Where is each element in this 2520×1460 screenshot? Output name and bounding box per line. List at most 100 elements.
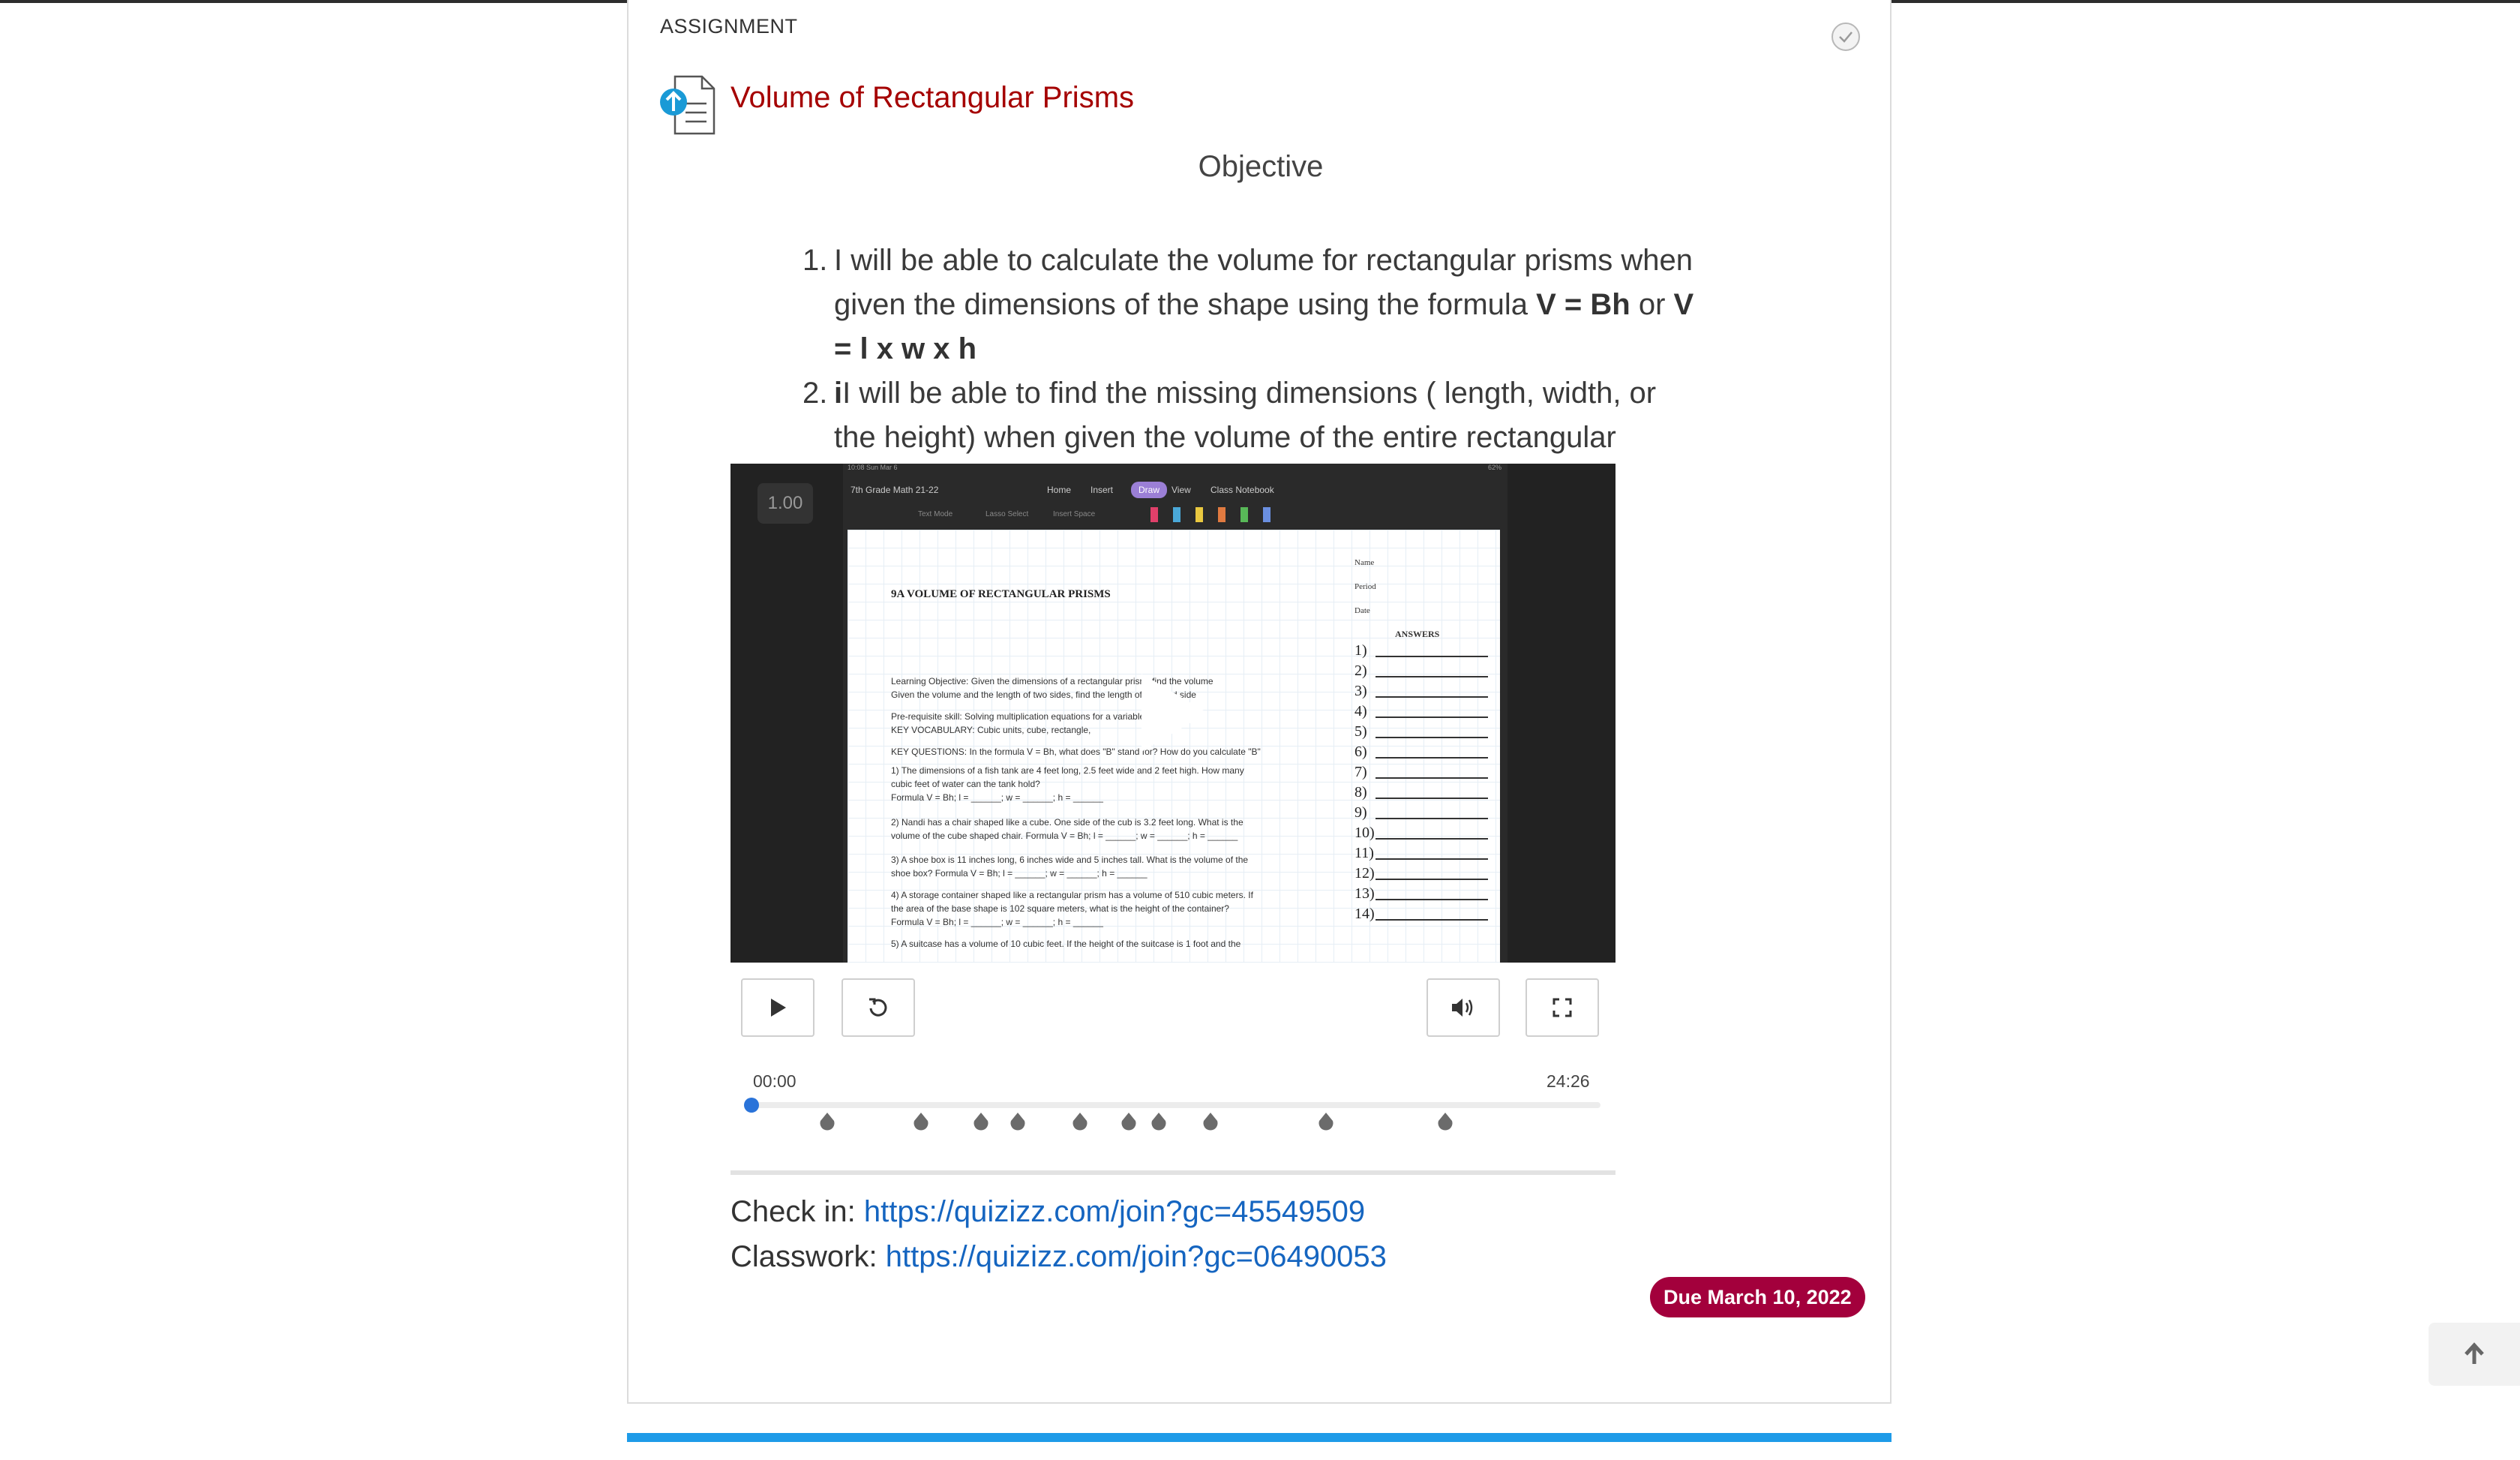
- worksheet-line: 2) Nandi has a chair shaped like a cube.…: [891, 816, 1244, 828]
- content-divider: [730, 1170, 1616, 1175]
- chapter-marker[interactable]: [1202, 1112, 1219, 1131]
- formula-bh: V = Bh: [1536, 288, 1630, 321]
- worksheet-line: 4) A storage container shaped like a rec…: [891, 889, 1253, 900]
- chapter-marker[interactable]: [1318, 1112, 1334, 1131]
- answer-line: 1): [1354, 642, 1486, 659]
- answer-line: 14): [1354, 906, 1486, 922]
- progress-track[interactable]: [752, 1102, 1600, 1108]
- objective-number: 2.: [802, 377, 828, 410]
- play-icon: [771, 999, 786, 1017]
- answer-line: 8): [1354, 784, 1486, 801]
- worksheet-title: 9A VOLUME OF RECTANGULAR PRISMS: [891, 588, 1111, 600]
- worksheet-line: Formula V = Bh; l = ______; w = ______; …: [891, 792, 1103, 804]
- duration: 24:26: [1546, 1071, 1590, 1091]
- worksheet-line: 5) A suitcase has a volume of 10 cubic f…: [891, 938, 1241, 949]
- replay-icon: [869, 998, 887, 1017]
- objective-lead: i: [834, 377, 843, 410]
- worksheet-line: shoe box? Formula V = Bh; l = ______; w …: [891, 868, 1148, 879]
- objective-or: or: [1630, 288, 1674, 321]
- answer-line: 2): [1354, 662, 1486, 679]
- classwork-link[interactable]: https://quizizz.com/join?gc=06490053: [886, 1240, 1387, 1273]
- worksheet-line: 1) The dimensions of a fish tank are 4 f…: [891, 765, 1244, 777]
- worksheet-date-field: Date: [1354, 606, 1370, 615]
- worksheet-name-field: Name: [1354, 558, 1375, 567]
- answer-line: 13): [1354, 885, 1486, 902]
- worksheet-line: Pre-requisite skill: Solving multiplicat…: [891, 711, 1186, 722]
- playback-speed[interactable]: 1.00: [758, 483, 813, 524]
- frame-notebook-name: 7th Grade Math 21-22: [850, 485, 939, 495]
- current-time: 00:00: [753, 1071, 796, 1091]
- worksheet-line: KEY QUESTIONS: In the formula V = Bh, wh…: [891, 747, 1261, 757]
- worksheet-line: Formula V = Bh; l = ______; w = ______; …: [891, 916, 1103, 927]
- answer-line: 9): [1354, 804, 1486, 821]
- frame-tool: Lasso Select: [986, 510, 1029, 518]
- answer-line: 11): [1354, 845, 1488, 861]
- volume-button[interactable]: [1426, 978, 1500, 1037]
- due-date-badge: Due March 10, 2022: [1650, 1277, 1865, 1317]
- progress-knob[interactable]: [744, 1098, 759, 1113]
- next-card-top-border: [627, 1433, 1892, 1442]
- frame-menu: 7th Grade Math 21-22 Home Insert Draw Vi…: [843, 480, 1508, 501]
- answer-line: 12): [1354, 865, 1486, 882]
- assignment-links: Check in: https://quizizz.com/join?gc=45…: [730, 1189, 1387, 1279]
- worksheet-answers: ANSWERS 1) 2) 3) 4) 5) 6) 7) 8) 9) 10) 11) 12) 13) 14…: [1350, 629, 1496, 963]
- worksheet-line: Given the volume and the length of two s…: [891, 689, 1196, 701]
- check-in-label: Check in:: [730, 1195, 856, 1228]
- frame-menu-item: View: [1172, 485, 1191, 495]
- frame-tool: Text Mode: [918, 510, 953, 518]
- classwork-row: Classwork: https://quizizz.com/join?gc=0…: [730, 1234, 1387, 1279]
- worksheet-line: KEY VOCABULARY: Cubic units, cube, recta…: [891, 725, 1091, 736]
- worksheet-line: cubic feet of water can the tank hold?: [891, 779, 1040, 790]
- answers-label: ANSWERS: [1395, 629, 1440, 639]
- chapter-marker[interactable]: [973, 1112, 989, 1131]
- fullscreen-button[interactable]: [1526, 978, 1599, 1037]
- objective-item: 1. I will be able to calculate the volum…: [802, 239, 1702, 371]
- frame-menu-item: Insert: [1090, 485, 1114, 495]
- frame-battery: 62%: [1487, 464, 1502, 471]
- chapter-marker[interactable]: [1437, 1112, 1454, 1131]
- chapter-marker[interactable]: [1150, 1112, 1167, 1131]
- worksheet-name-fields: Name Period Date: [1354, 551, 1376, 623]
- fullscreen-icon: [1552, 998, 1572, 1017]
- frame-status-bar: 10:08 Sun Mar 6 62%: [843, 464, 1512, 477]
- answer-line: 10): [1354, 825, 1486, 841]
- assignment-type-label: ASSIGNMENT: [660, 15, 798, 38]
- classwork-label: Classwork:: [730, 1240, 878, 1273]
- check-in-row: Check in: https://quizizz.com/join?gc=45…: [730, 1189, 1387, 1234]
- frame-toolbar: Text Mode Lasso Select Insert Space: [843, 504, 1508, 524]
- document-upload-icon: [658, 74, 718, 137]
- frame-menu-item: Draw: [1131, 482, 1168, 498]
- video-play-overlay-icon[interactable]: [1142, 674, 1208, 752]
- worksheet-line: 3) A shoe box is 11 inches long, 6 inche…: [891, 855, 1249, 865]
- frame-menu-item: Home: [1047, 485, 1072, 495]
- answer-line: 5): [1354, 723, 1486, 740]
- assignment-card: ASSIGNMENT Volume of Rectangular Prisms …: [627, 0, 1892, 1404]
- chapter-marker[interactable]: [1072, 1112, 1088, 1131]
- check-circle-icon[interactable]: [1832, 23, 1860, 51]
- chapter-marker[interactable]: [1010, 1112, 1026, 1131]
- chapter-marker[interactable]: [819, 1112, 836, 1131]
- frame-tool: Insert Space: [1053, 510, 1096, 518]
- video-player[interactable]: 1.00 10:08 Sun Mar 6 62% 7th Grade Math …: [730, 464, 1616, 963]
- answer-line: 7): [1354, 764, 1486, 780]
- replay-button[interactable]: [842, 978, 915, 1037]
- assignment-title-link[interactable]: Volume of Rectangular Prisms: [730, 81, 1134, 115]
- answer-line: 3): [1354, 683, 1486, 699]
- worksheet-period-field: Period: [1354, 582, 1376, 591]
- check-in-link[interactable]: https://quizizz.com/join?gc=45549509: [864, 1195, 1365, 1228]
- answer-line: 4): [1354, 703, 1486, 719]
- play-button[interactable]: [741, 978, 814, 1037]
- scroll-to-top-button[interactable]: [2428, 1323, 2520, 1386]
- objective-number: 1.: [802, 244, 828, 277]
- chapter-marker[interactable]: [1120, 1112, 1137, 1131]
- frame-status-time: 10:08 Sun Mar 6: [848, 464, 898, 471]
- volume-icon: [1452, 999, 1473, 1017]
- arrow-up-icon: [2464, 1342, 2484, 1364]
- worksheet-line: Learning Objective: Given the dimensions…: [891, 676, 1214, 687]
- worksheet-line: volume of the cube shaped chair. Formula…: [891, 830, 1238, 841]
- chapter-marker[interactable]: [913, 1112, 929, 1131]
- objective-heading: Objective: [1198, 150, 1324, 183]
- frame-menu-item: Class Notebook: [1210, 485, 1274, 495]
- answer-line: 6): [1354, 744, 1486, 760]
- worksheet-line: the area of the base shape is 102 square…: [891, 903, 1229, 914]
